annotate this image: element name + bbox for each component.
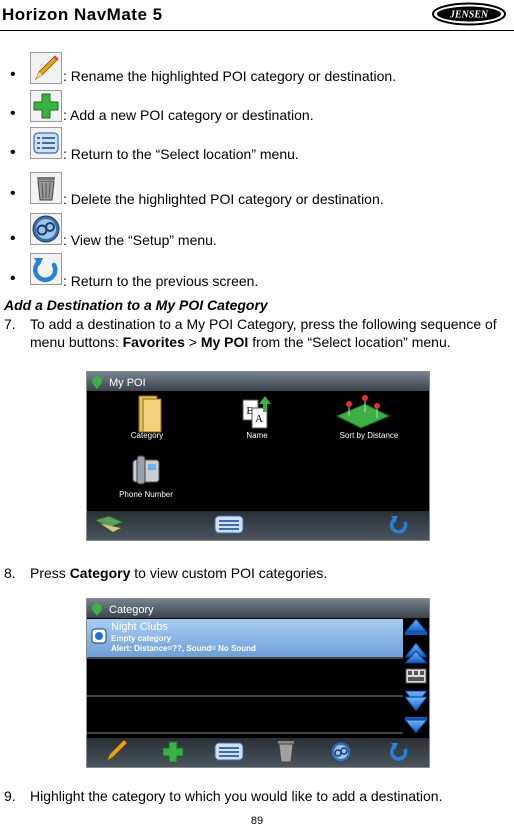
menu-list-icon (214, 742, 244, 761)
bullet-back: • : Return to the previous screen. (0, 253, 514, 289)
screen-title: Category (109, 604, 154, 616)
category-name: Night Clubs (111, 621, 168, 633)
folder-icon (138, 395, 162, 433)
bullet-text: : View the “Setup” menu. (63, 232, 217, 248)
pencil-icon (30, 52, 62, 84)
screen-title: My POI (109, 377, 146, 389)
document-title: Horizon NavMate 5 (2, 5, 163, 24)
step-7: 7. To add a destination to a My POI Cate… (4, 315, 514, 355)
bullet-text: : Return to the previous screen. (63, 273, 259, 289)
bullet-rename: • : Rename the highlighted POI category … (0, 52, 514, 86)
svg-text:A: A (255, 413, 263, 425)
item-sort-distance-label: Sort by Distance (340, 431, 399, 440)
step-text: Highlight the category to which you woul… (30, 788, 443, 804)
page-number: 89 (250, 815, 264, 827)
item-name-label: Name (246, 431, 268, 440)
bullet-text: : Delete the highlighted POI category or… (63, 191, 384, 207)
step-text: To add a destination to a My POI Categor… (30, 316, 497, 350)
item-phone-label: Phone Number (119, 490, 173, 499)
menu-list-icon (214, 515, 244, 534)
back-arrow-icon (30, 253, 62, 285)
plus-icon (30, 90, 62, 122)
step-text: Press Category to view custom POI catego… (30, 565, 328, 581)
category-alert: Alert: Distance=??, Sound= No Sound (111, 644, 256, 653)
page-header: Horizon NavMate 5 JENSEN (0, 0, 514, 31)
step-9: 9. Highlight the category to which you w… (4, 787, 514, 807)
jensen-logo: JENSEN (432, 2, 506, 26)
category-radio-icon (91, 628, 107, 644)
trash-icon (278, 741, 294, 763)
keyboard-icon (405, 668, 427, 684)
bullet-select-location: • : Return to the “Select location” menu… (0, 127, 514, 162)
phone-icon (132, 455, 160, 485)
setup-icon (330, 741, 352, 763)
category-screenshot: Category Night Clubs Empty category Aler… (86, 598, 430, 768)
trash-icon (30, 172, 62, 204)
item-category-label: Category (131, 431, 163, 440)
menu-list-icon (30, 127, 62, 159)
bullet-add: • : Add a new POI category or destinatio… (0, 90, 514, 124)
bullet-delete: • : Delete the highlighted POI category … (0, 172, 514, 207)
bullet-text: : Rename the highlighted POI category or… (63, 68, 397, 84)
setup-icon (30, 213, 62, 245)
my-poi-screenshot: My POI Category BA Name Sort by Distance… (86, 371, 430, 541)
bullet-setup: • : View the “Setup” menu. (0, 213, 514, 248)
svg-text:JENSEN: JENSEN (449, 10, 489, 21)
bullet-text: : Add a new POI category or destination. (63, 107, 314, 123)
bullet-text: : Return to the “Select location” menu. (63, 146, 299, 162)
category-status: Empty category (111, 634, 172, 643)
section-heading: Add a Destination to a My POI Category (4, 297, 268, 313)
step-8: 8. Press Category to view custom POI cat… (4, 564, 514, 584)
